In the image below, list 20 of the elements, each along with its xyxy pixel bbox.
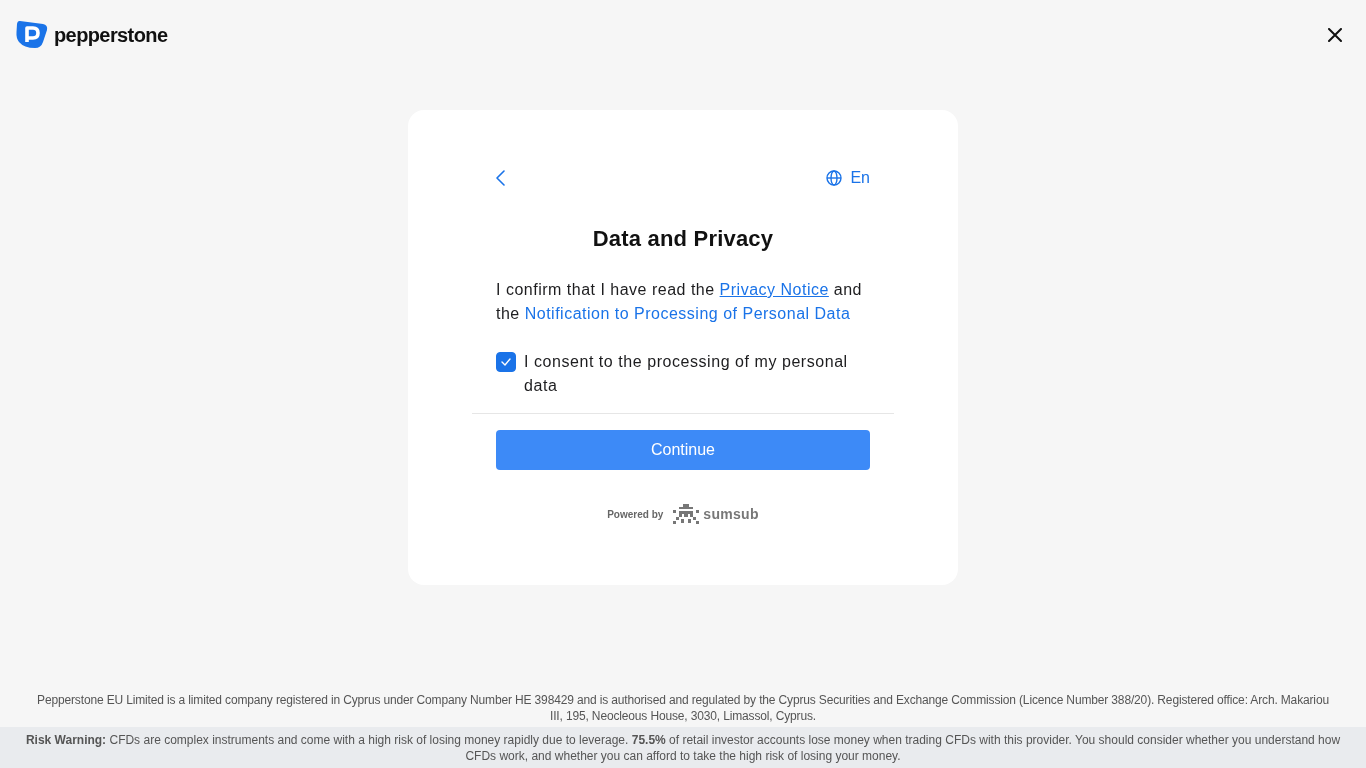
logo-icon	[16, 20, 48, 49]
legal-notice: Pepperstone EU Limited is a limited company registered in Cyprus under Company Number HE 398429 and is authorised and regulated by the Cyprus Securities and Exchange Commission (Licence Number 388/20). Registered office: Arch. Makariou III, 195, Neocleous House, 3030, Limassol, Cyprus.	[36, 692, 1330, 725]
close-icon	[1328, 28, 1342, 42]
chevron-left-icon	[496, 170, 505, 186]
powered-by-label: Powered by	[607, 508, 664, 520]
page-title: Data and Privacy	[591, 225, 775, 253]
consent-label: I consent to the processing of my personal data	[524, 352, 849, 396]
privacy-confirmation-text: I confirm that I have read the Privacy Notice and the Notification to Processing of Personal Data	[495, 280, 863, 324]
back-button[interactable]	[496, 168, 505, 188]
risk-warning-text: Risk Warning: CFDs are complex instruments and come with a high risk of losing money rapidly due to leverage. 75.5% of retail investor accounts lose money when trading CFDs with this provider. You should consider whether you understand how CFDs work, and whether you can afford to take the high risk of losing your money.	[24, 732, 1342, 764]
brand-name: pepperstone	[54, 22, 168, 47]
consent-checkbox[interactable]	[496, 352, 516, 372]
language-button[interactable]: En	[826, 168, 870, 188]
link[interactable]: Notification to Processing of Personal Data	[524, 305, 851, 322]
link[interactable]: Privacy Notice	[719, 281, 829, 298]
pixel-face-icon	[673, 504, 700, 524]
brand-name: sumsub	[703, 506, 759, 522]
globe-icon	[826, 170, 843, 186]
continue-button[interactable]: Continue	[496, 430, 870, 470]
check-icon	[501, 358, 511, 366]
